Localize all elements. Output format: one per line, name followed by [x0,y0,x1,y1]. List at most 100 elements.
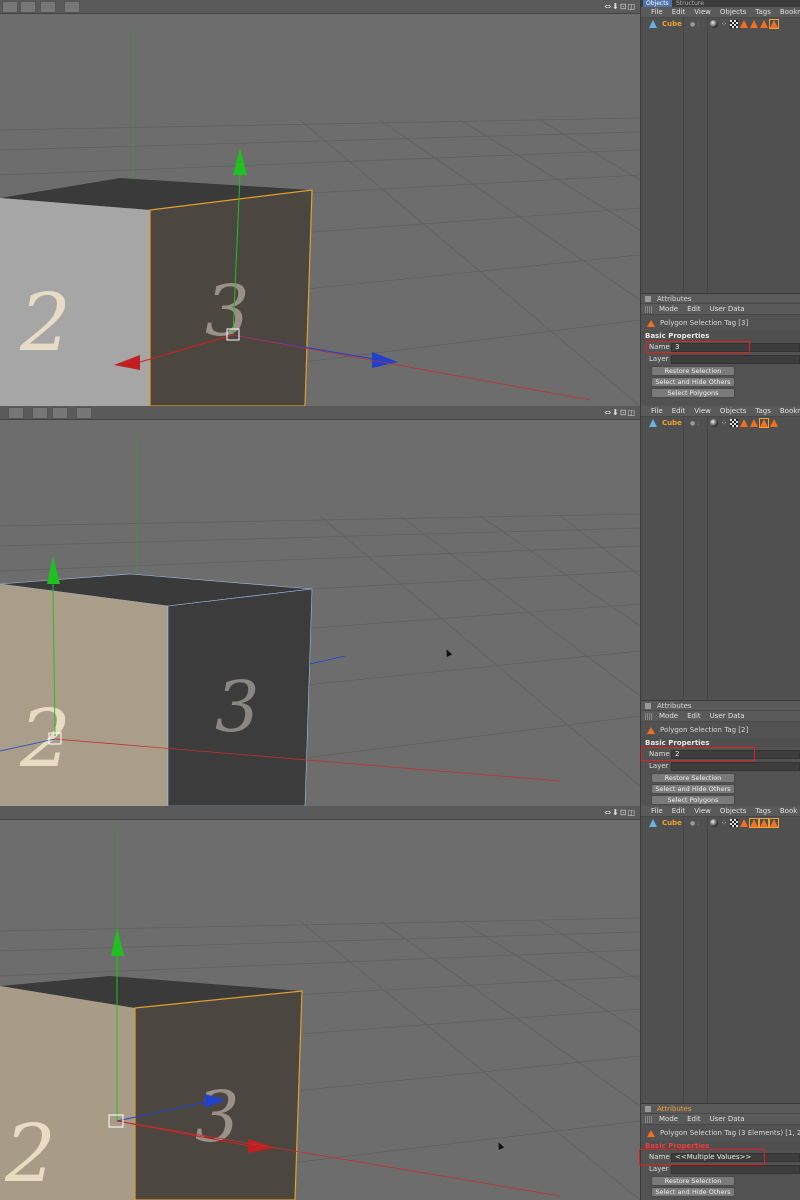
visibility-dots[interactable]: ● : [690,21,710,28]
move-tool-icon[interactable] [2,1,18,13]
phong-tag-icon[interactable]: ⁘ [720,819,728,827]
viewport-3d[interactable]: 2 3 ⇔⬇⊡◫ [0,806,640,1200]
menu-view[interactable]: View [694,807,711,815]
texture-tag-icon[interactable] [730,819,738,827]
select-tool-icon[interactable] [32,407,48,419]
select-tool-icon[interactable] [20,1,36,13]
menu-user-data[interactable]: User Data [710,712,745,720]
gizmo-y-arrow[interactable] [233,148,247,175]
object-row-cube[interactable]: Cube ● : ⁘ [641,817,800,829]
render-icon[interactable] [64,1,80,13]
menu-edit[interactable]: Edit [672,407,686,415]
menu-objects[interactable]: Objects [720,407,746,415]
object-row-cube[interactable]: Cube ● : ⁘ [641,417,800,429]
cube[interactable]: 2 3 [0,976,303,1200]
object-name[interactable]: Cube [662,419,690,427]
scene-canvas[interactable]: 2 3 [0,0,640,406]
render-region-icon[interactable] [52,407,68,419]
gizmo-y-arrow[interactable] [111,928,124,956]
polygon-selection-tag-icon[interactable] [769,818,779,828]
move-tool-icon[interactable] [8,407,24,419]
polygon-selection-tag-icon[interactable] [740,419,748,427]
menu-file[interactable]: File [651,407,663,415]
layer-field[interactable] [671,761,800,771]
select-polygons-button[interactable]: Select Polygons [651,388,735,398]
polygon-selection-tag-icon[interactable] [740,819,748,827]
gizmo-y-arrow[interactable] [47,556,60,584]
menu-view[interactable]: View [694,407,711,415]
menu-mode[interactable]: Mode [659,305,678,313]
viewport-3d[interactable]: 2 3 ⇔⬇⊡◫ [0,0,640,406]
select-and-hide-others-button[interactable]: Select and Hide Others [651,1187,735,1197]
object-row-cube[interactable]: Cube ● : ⁘ [641,18,800,30]
menu-objects[interactable]: Objects [720,807,746,815]
gizmo-z-arrow[interactable] [372,352,398,368]
menu-view[interactable]: View [694,8,711,16]
polygon-selection-tag-icon[interactable] [759,818,769,828]
section-basic-properties[interactable]: Basic Properties [641,1141,800,1151]
select-and-hide-others-button[interactable]: Select and Hide Others [651,377,735,387]
viewport-nav-icons[interactable]: ⇔⬇⊡◫ [604,808,636,817]
object-name[interactable]: Cube [662,20,690,28]
select-polygons-button[interactable]: Select Polygons [651,795,735,805]
menu-mode[interactable]: Mode [659,712,678,720]
menu-edit[interactable]: Edit [687,305,701,313]
menu-objects[interactable]: Objects [720,8,746,16]
tab-structure[interactable]: Structure [673,0,707,7]
material-tag-icon[interactable] [710,819,718,827]
render-region-icon[interactable] [40,1,56,13]
layer-field[interactable] [671,1164,800,1174]
polygon-selection-tag-icon[interactable] [759,418,769,428]
menu-tags[interactable]: Tags [755,807,771,815]
select-and-hide-others-button[interactable]: Select and Hide Others [651,784,735,794]
phong-tag-icon[interactable]: ⁘ [720,20,728,28]
menu-bookmarks[interactable]: Bookm [780,407,800,415]
menu-user-data[interactable]: User Data [710,305,745,313]
restore-selection-button[interactable]: Restore Selection [651,773,735,783]
menu-tags[interactable]: Tags [755,407,771,415]
layer-field[interactable] [671,354,800,364]
visibility-dots[interactable]: ● : [690,820,710,827]
menu-edit[interactable]: Edit [687,1115,701,1123]
restore-selection-button[interactable]: Restore Selection [651,366,735,376]
restore-selection-button[interactable]: Restore Selection [651,1176,735,1186]
section-basic-properties[interactable]: Basic Properties [641,738,800,748]
viewport-nav-icons[interactable]: ⇔⬇⊡◫ [604,408,636,417]
polygon-selection-tag-icon[interactable] [749,818,759,828]
menu-bookmarks[interactable]: Bookm [780,8,800,16]
scene-canvas[interactable]: 2 3 [0,806,640,1200]
viewport-3d[interactable]: 2 3 ⇔⬇⊡◫ [0,406,640,806]
section-basic-properties[interactable]: Basic Properties [641,331,800,341]
polygon-selection-tag-icon[interactable] [769,19,779,29]
name-field[interactable]: 2 [671,749,800,759]
name-field[interactable]: <<Multiple Values>> [671,1152,800,1162]
visibility-dots[interactable]: ● : [690,420,710,427]
viewport-nav-icons[interactable]: ⇔⬇⊡◫ [604,2,636,11]
menu-tags[interactable]: Tags [755,8,771,16]
polygon-selection-tag-icon[interactable] [750,20,758,28]
menu-file[interactable]: File [651,8,663,16]
cube[interactable]: 2 3 [0,573,313,806]
polygon-selection-tag-icon[interactable] [760,20,768,28]
material-tag-icon[interactable] [710,20,718,28]
menu-file[interactable]: File [651,807,663,815]
menu-edit[interactable]: Edit [672,807,686,815]
polygon-selection-tag-icon[interactable] [750,419,758,427]
phong-tag-icon[interactable]: ⁘ [720,419,728,427]
menu-user-data[interactable]: User Data [710,1115,745,1123]
menu-mode[interactable]: Mode [659,1115,678,1123]
material-tag-icon[interactable] [710,419,718,427]
tab-objects[interactable]: Objects [643,0,672,7]
menu-edit[interactable]: Edit [672,8,686,16]
menu-bookmarks[interactable]: Book [780,807,797,815]
polygon-selection-tag-icon[interactable] [770,419,778,427]
render-icon[interactable] [76,407,92,419]
polygon-selection-tag-icon[interactable] [740,20,748,28]
name-field[interactable]: 3 [671,342,800,352]
scene-canvas[interactable]: 2 3 [0,406,640,806]
texture-tag-icon[interactable] [730,419,738,427]
menu-edit[interactable]: Edit [687,712,701,720]
texture-tag-icon[interactable] [730,20,738,28]
object-name[interactable]: Cube [662,819,690,827]
cube[interactable]: 2 3 [0,178,313,406]
